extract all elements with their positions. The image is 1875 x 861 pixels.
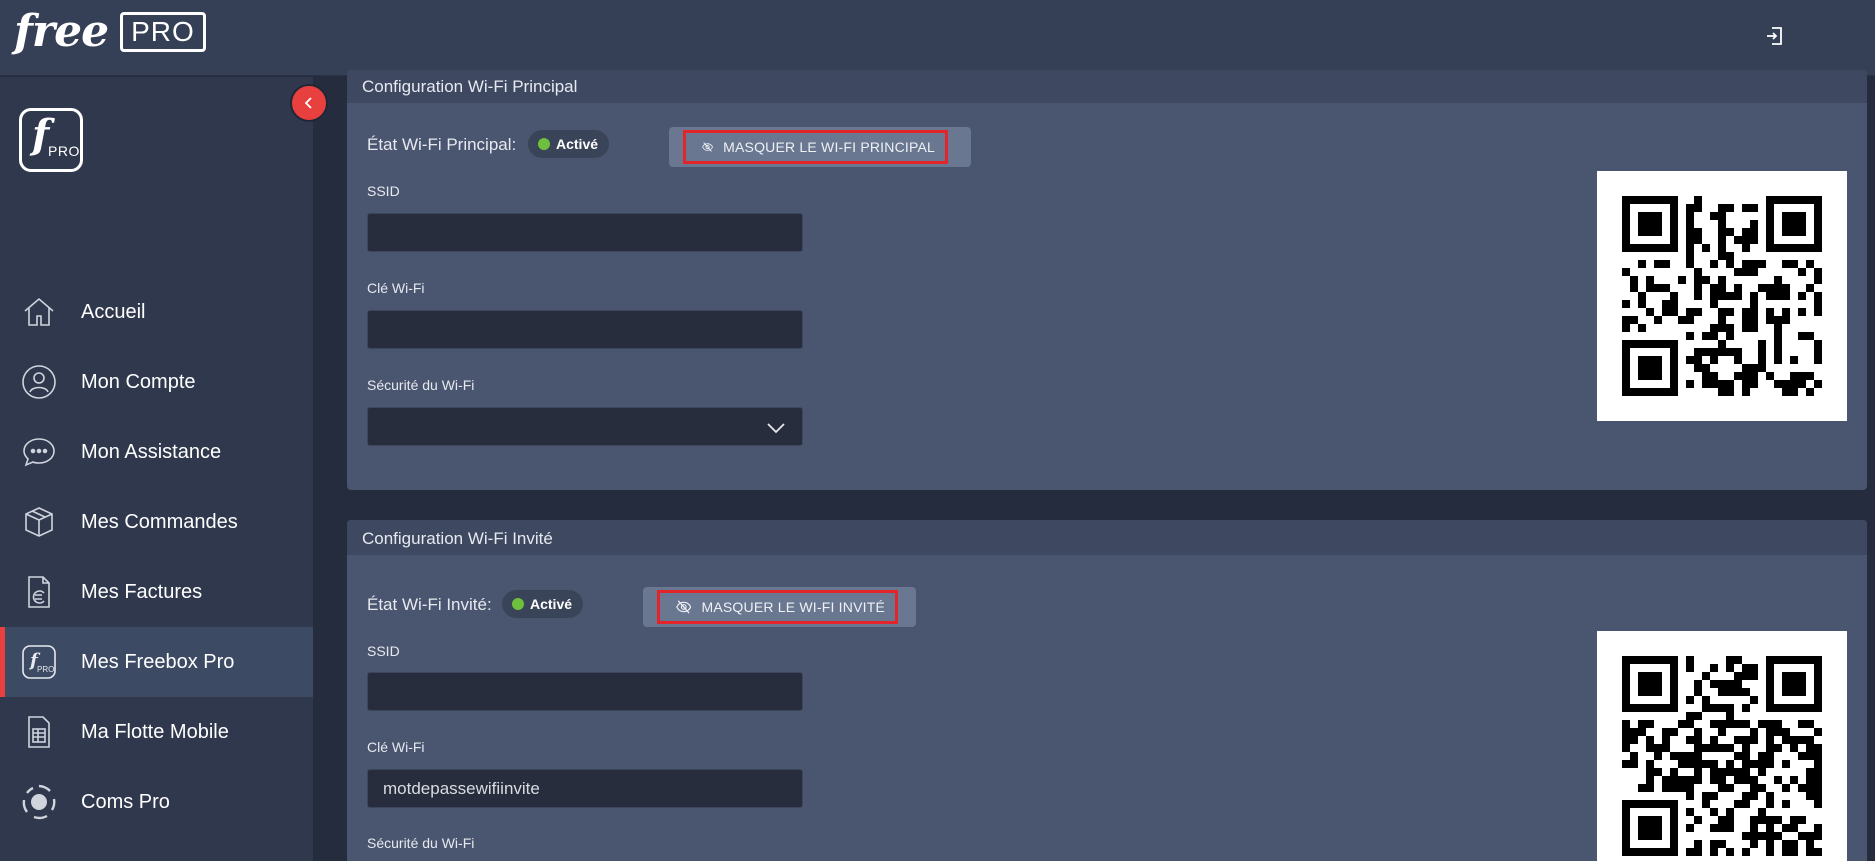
sidebar-item-ma-flotte-mobile[interactable]: Ma Flotte Mobile bbox=[0, 697, 313, 767]
eye-off-icon bbox=[702, 142, 714, 152]
status-badge-label: Activé bbox=[530, 596, 573, 612]
logo-pro: PRO bbox=[48, 143, 80, 159]
panel-title: Configuration Wi-Fi Invité bbox=[362, 529, 553, 548]
hide-wifi-principal-button[interactable]: MASQUER LE WI-FI PRINCIPAL bbox=[683, 130, 948, 164]
sidebar-item-mon-compte[interactable]: Mon Compte bbox=[0, 347, 313, 417]
chevron-left-icon bbox=[304, 97, 312, 109]
sim-card-icon bbox=[20, 713, 58, 751]
sidebar-collapse-button[interactable] bbox=[290, 84, 328, 122]
user-icon bbox=[20, 363, 58, 401]
wifi-key-label: Clé Wi-Fi bbox=[367, 739, 425, 755]
coms-icon bbox=[20, 783, 58, 821]
sidebar-item-label: Accueil bbox=[81, 300, 146, 323]
status-badge: Activé bbox=[528, 130, 610, 158]
freebox-pro-icon: f PRO bbox=[20, 643, 58, 681]
status-badge: Activé bbox=[502, 590, 584, 618]
ssid-label: SSID bbox=[367, 643, 400, 659]
brand-pro-text: PRO bbox=[120, 12, 206, 52]
ssid-input[interactable] bbox=[367, 672, 803, 711]
chat-icon bbox=[20, 433, 58, 471]
ssid-label: SSID bbox=[367, 183, 400, 199]
sidebar-item-accueil[interactable]: Accueil bbox=[0, 277, 313, 347]
wifi-key-input[interactable] bbox=[367, 769, 803, 808]
home-icon bbox=[20, 293, 58, 331]
free-pro-logo[interactable]: free PRO bbox=[14, 10, 206, 54]
wifi-invite-qr-code bbox=[1597, 631, 1847, 861]
sidebar-item-label: Mon Compte bbox=[81, 370, 196, 393]
logout-icon[interactable] bbox=[1763, 24, 1787, 48]
sidebar-item-mon-assistance[interactable]: Mon Assistance bbox=[0, 417, 313, 487]
box-icon bbox=[20, 503, 58, 541]
wifi-invite-header: Configuration Wi-Fi Invité bbox=[347, 520, 1867, 555]
status-dot-icon bbox=[538, 138, 550, 150]
sidebar-item-mes-factures[interactable]: Mes Factures bbox=[0, 557, 313, 627]
sidebar-item-mes-commandes[interactable]: Mes Commandes bbox=[0, 487, 313, 557]
sidebar-item-label: Ma Flotte Mobile bbox=[81, 720, 229, 743]
sidebar-item-coms-pro[interactable]: Coms Pro bbox=[0, 767, 313, 837]
logo-f: f bbox=[32, 111, 50, 158]
eye-off-icon bbox=[676, 600, 692, 614]
sidebar-item-label: Mes Factures bbox=[81, 580, 203, 603]
brand-free-text: free bbox=[14, 6, 109, 57]
hide-wifi-invite-button[interactable]: MASQUER LE WI-FI INVITÉ bbox=[657, 590, 898, 624]
wifi-security-label: Sécurité du Wi-Fi bbox=[367, 835, 475, 851]
sidebar-item-mes-freebox-pro[interactable]: f PRO Mes Freebox Pro bbox=[0, 627, 313, 697]
wifi-security-select[interactable] bbox=[367, 407, 803, 446]
sidebar: f PRO Accueil Mon Compte Mon Assistance bbox=[0, 77, 313, 861]
hide-wifi-invite-wrap: MASQUER LE WI-FI INVITÉ bbox=[643, 587, 916, 627]
freebox-pro-logo: f PRO bbox=[19, 108, 83, 172]
status-dot-icon bbox=[512, 598, 524, 610]
wifi-principal-panel: Configuration Wi-Fi Principal État Wi-Fi… bbox=[347, 70, 1867, 490]
wifi-key-label: Clé Wi-Fi bbox=[367, 280, 425, 296]
wifi-principal-state-label: État Wi-Fi Principal: bbox=[367, 135, 517, 154]
wifi-key-input[interactable] bbox=[367, 310, 803, 349]
panel-title: Configuration Wi-Fi Principal bbox=[362, 77, 578, 96]
hide-wifi-principal-wrap: MASQUER LE WI-FI PRINCIPAL bbox=[669, 127, 971, 167]
svg-text:PRO: PRO bbox=[37, 665, 54, 674]
sidebar-item-label: Mes Commandes bbox=[81, 510, 238, 533]
wifi-invite-state-label: État Wi-Fi Invité: bbox=[367, 595, 492, 614]
status-badge-label: Activé bbox=[556, 136, 599, 152]
sidebar-item-label: Coms Pro bbox=[81, 790, 170, 813]
wifi-principal-qr-code bbox=[1597, 171, 1847, 421]
sidebar-item-label: Mes Freebox Pro bbox=[81, 650, 235, 673]
wifi-principal-header: Configuration Wi-Fi Principal bbox=[347, 70, 1867, 103]
ssid-input[interactable] bbox=[367, 213, 803, 252]
chevron-down-icon bbox=[767, 423, 785, 434]
hide-button-label: MASQUER LE WI-FI INVITÉ bbox=[701, 599, 885, 615]
hide-button-label: MASQUER LE WI-FI PRINCIPAL bbox=[723, 139, 935, 155]
top-bar: free PRO bbox=[0, 0, 1875, 76]
invoice-euro-icon bbox=[20, 573, 58, 611]
wifi-security-label: Sécurité du Wi-Fi bbox=[367, 377, 475, 393]
wifi-invite-panel: Configuration Wi-Fi Invité État Wi-Fi In… bbox=[347, 520, 1867, 861]
sidebar-item-label: Mon Assistance bbox=[81, 440, 222, 463]
